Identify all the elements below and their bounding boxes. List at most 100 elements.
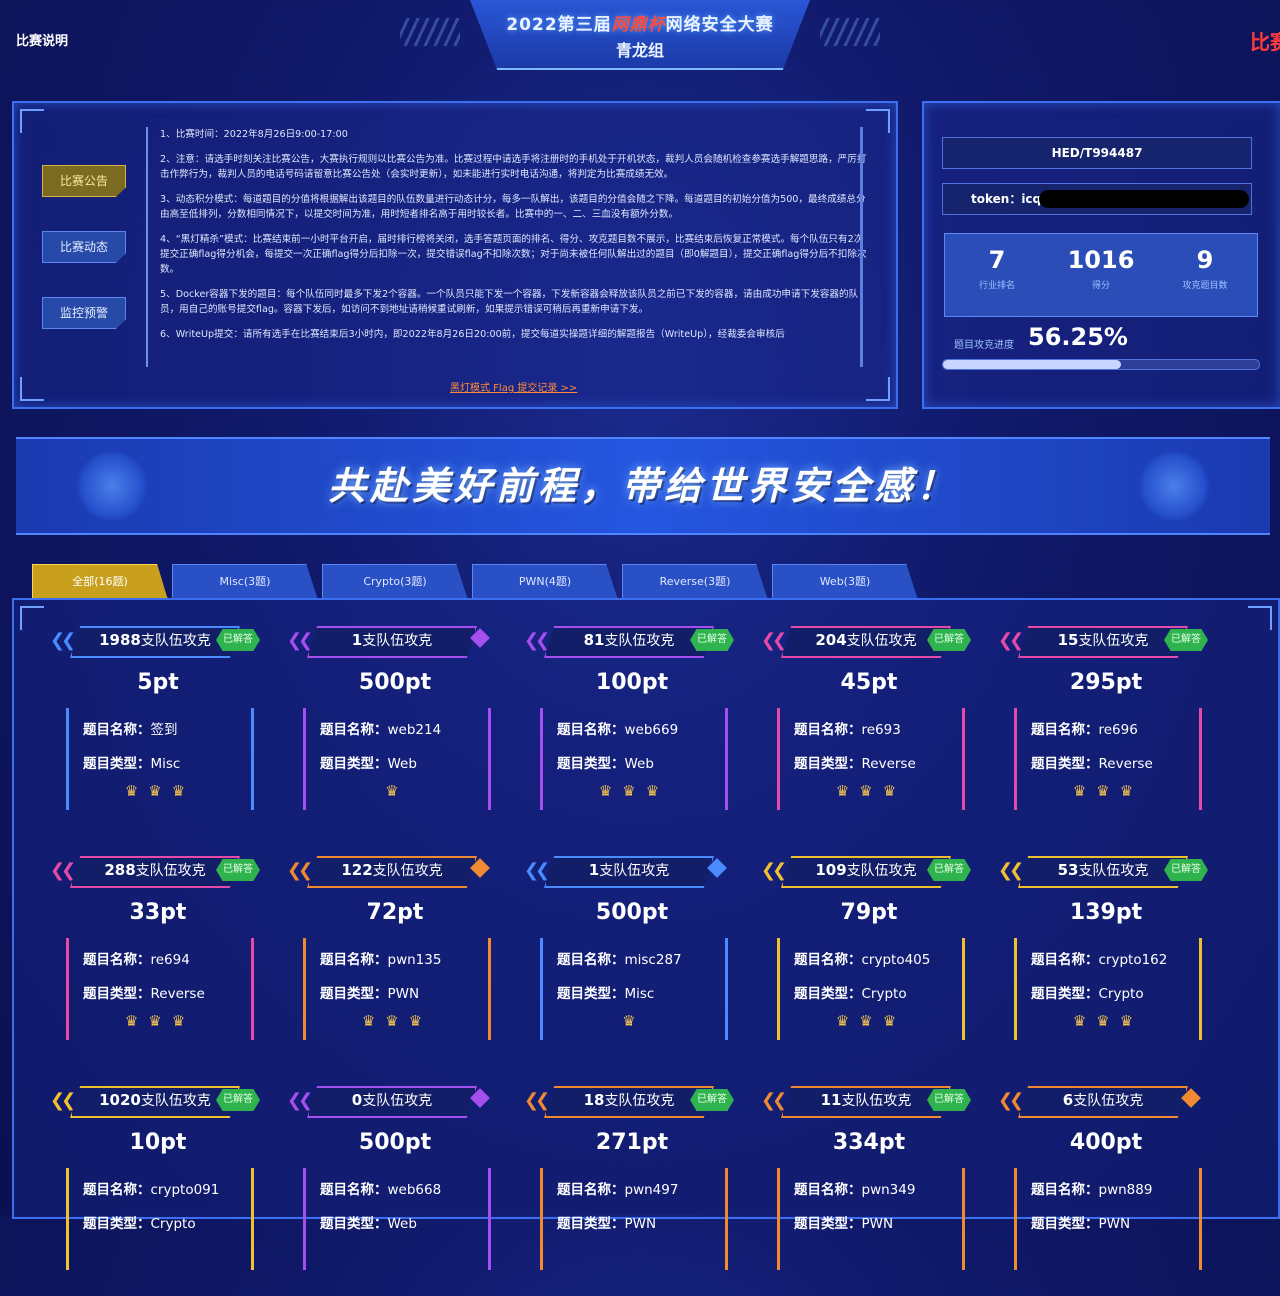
challenge-card[interactable]: ❮❮ 81支队伍攻克 已解答 100pt 题目名称：web669 题目类型：Web ♛♛♛ [524, 626, 738, 836]
challenge-card[interactable]: ❮❮ 109支队伍攻克 已解答 79pt 题目名称：crypto405 题目类型：Cryp… [761, 856, 975, 1066]
competition-group: 青龙组 [615, 41, 664, 60]
notice-paragraph: 5、Docker容器下发的题目：每个队伍同时最多下发2个容器。一个队员只能下发一… [160, 289, 859, 315]
corner-decor [20, 377, 44, 401]
blood-crowns-icon: ♛♛♛ [1072, 1012, 1144, 1030]
title-brand-logo: 网鼎杯 [611, 15, 666, 35]
tab-misc[interactable]: Misc(3题) [172, 564, 318, 600]
challenge-type: PWN [1098, 1216, 1131, 1232]
rules-link[interactable]: 比赛说明 [16, 30, 68, 49]
challenge-name: crypto405 [861, 952, 931, 968]
challenge-type-row: 题目类型：Reverse [794, 752, 916, 772]
solves-suffix: 支队伍攻克 [841, 1093, 912, 1109]
challenge-type: Web [624, 756, 654, 772]
solved-badge: 已解答 [927, 1089, 971, 1111]
type-label: 题目类型： [83, 756, 151, 772]
name-label: 题目名称： [320, 1182, 388, 1198]
solves-count: 6 [1062, 1091, 1074, 1109]
tab-reverse[interactable]: Reverse(3题) [622, 564, 768, 600]
progress-bar [942, 359, 1260, 370]
solved-badge: 已解答 [1164, 629, 1208, 651]
name-label: 题目名称： [794, 952, 862, 968]
challenge-name: crypto091 [150, 1182, 220, 1198]
challenge-name: re693 [861, 722, 901, 738]
challenge-name-row: 题目名称：web214 [320, 718, 441, 738]
solves-suffix: 支队伍攻克 [1073, 1093, 1144, 1109]
name-label: 题目名称： [1031, 952, 1099, 968]
solves-counter: 1020支队伍攻克 [70, 1086, 240, 1118]
challenge-type: Crypto [1098, 986, 1144, 1002]
challenge-card[interactable]: ❮❮ 6支队伍攻克 400pt 题目名称：pwn889 题目类型：PWN [998, 1086, 1212, 1296]
challenge-card[interactable]: ❮❮ 122支队伍攻克 72pt 题目名称：pwn135 题目类型：PWN ♛♛♛ [287, 856, 501, 1066]
chevrons-icon: ❮❮ [761, 1090, 787, 1111]
challenge-card[interactable]: ❮❮ 1020支队伍攻克 已解答 10pt 题目名称：crypto091 题目类型：Cry… [50, 1086, 264, 1296]
challenge-name-row: 题目名称：pwn497 [557, 1178, 678, 1198]
solves-count: 1 [588, 861, 600, 879]
solves-counter: 53支队伍攻克 [1018, 856, 1188, 888]
solves-counter: 18支队伍攻克 [544, 1086, 714, 1118]
challenge-card[interactable]: ❮❮ 53支队伍攻克 已解答 139pt 题目名称：crypto162 题目类型：Cryp… [998, 856, 1212, 1066]
solves-counter: 122支队伍攻克 [307, 856, 477, 888]
challenge-name-row: 题目名称：crypto091 [83, 1178, 219, 1198]
team-stats: 7 行业排名 1016 得分 9 攻克题目数 [944, 233, 1258, 317]
challenge-card[interactable]: ❮❮ 1支队伍攻克 500pt 题目名称：misc287 题目类型：Misc ♛ [524, 856, 738, 1066]
tab-monitoring[interactable]: 监控预警 [42, 297, 126, 329]
chevrons-icon: ❮❮ [524, 860, 550, 881]
title-year: 2022第三届 [506, 15, 612, 35]
challenge-card[interactable]: ❮❮ 18支队伍攻克 已解答 271pt 题目名称：pwn497 题目类型：PWN [524, 1086, 738, 1296]
name-label: 题目名称： [320, 952, 388, 968]
challenge-type: PWN [624, 1216, 657, 1232]
chevrons-icon: ❮❮ [998, 630, 1024, 651]
name-label: 题目名称： [320, 722, 388, 738]
challenge-name-row: 题目名称：pwn889 [1031, 1178, 1152, 1198]
challenge-type: Reverse [150, 986, 205, 1002]
stat-score: 1016 得分 [1049, 246, 1153, 291]
challenge-card[interactable]: ❮❮ 204支队伍攻克 已解答 45pt 题目名称：re693 题目类型：Reverse ♛… [761, 626, 975, 836]
type-label: 题目类型： [794, 1216, 862, 1232]
name-label: 题目名称： [794, 722, 862, 738]
solves-counter: 1988支队伍攻克 [70, 626, 240, 658]
stat-caption: 行业排名 [978, 281, 1015, 291]
challenge-points: 100pt [595, 670, 669, 695]
tab-dynamics[interactable]: 比赛动态 [42, 231, 126, 263]
chevrons-icon: ❮❮ [998, 860, 1024, 881]
solves-count: 81 [583, 631, 605, 649]
token-field: token：icq [942, 183, 1252, 215]
challenge-type: Crypto [150, 1216, 196, 1232]
challenge-card[interactable]: ❮❮ 11支队伍攻克 已解答 334pt 题目名称：pwn349 题目类型：PWN [761, 1086, 975, 1296]
tab-all[interactable]: 全部(16题) [32, 564, 168, 600]
tab-announcement[interactable]: 比赛公告 [42, 165, 126, 197]
challenge-card[interactable]: ❮❮ 1988支队伍攻克 已解答 5pt 题目名称：签到 题目类型：Misc ♛♛♛ [50, 626, 264, 836]
dragon-emblem-icon [1138, 451, 1210, 521]
tab-pwn[interactable]: PWN(4题) [472, 564, 618, 600]
chevrons-icon: ❮❮ [524, 630, 550, 651]
blackout-flag-records-link[interactable]: 黑灯模式 Flag 提交记录 >> [450, 379, 577, 394]
progress-fill [943, 360, 1121, 369]
challenge-card[interactable]: ❮❮ 1支队伍攻克 500pt 题目名称：web214 题目类型：Web ♛ [287, 626, 501, 836]
token-redaction [1039, 190, 1249, 208]
challenge-points: 139pt [1069, 900, 1143, 925]
notice-scrollbar[interactable] [860, 127, 863, 367]
challenge-card[interactable]: ❮❮ 288支队伍攻克 已解答 33pt 题目名称：re694 题目类型：Reverse ♛… [50, 856, 264, 1066]
solves-suffix: 支队伍攻克 [135, 863, 206, 879]
solves-suffix: 支队伍攻克 [140, 1093, 211, 1109]
name-label: 题目名称： [83, 722, 151, 738]
solves-suffix: 支队伍攻克 [372, 863, 443, 879]
name-label: 题目名称： [1031, 722, 1099, 738]
tab-crypto[interactable]: Crypto(3题) [322, 564, 468, 600]
challenge-grid: ❮❮ 1988支队伍攻克 已解答 5pt 题目名称：签到 题目类型：Misc ♛♛♛ ❮❮ 1支… [12, 598, 1280, 1270]
slogan-banner: 共赴美好前程，带给世界安全感！ [16, 437, 1270, 535]
solves-suffix: 支队伍攻克 [846, 633, 917, 649]
challenge-card[interactable]: ❮❮ 15支队伍攻克 已解答 295pt 题目名称：re696 题目类型：Reverse ♛… [998, 626, 1212, 836]
challenge-info: 题目名称：web214 题目类型：Web ♛ [303, 708, 491, 810]
challenge-name-row: 题目名称：签到 [83, 718, 178, 738]
type-label: 题目类型： [557, 986, 625, 1002]
token-label: token：icq [971, 192, 1042, 206]
blood-crowns-icon: ♛♛♛ [835, 1012, 907, 1030]
challenge-info: 题目名称：web668 题目类型：Web [303, 1168, 491, 1270]
challenge-points: 400pt [1069, 1130, 1143, 1155]
top-right-link[interactable]: 比赛 [1250, 26, 1280, 55]
solved-badge: 已解答 [216, 859, 260, 881]
tab-web[interactable]: Web(3题) [772, 564, 918, 600]
challenge-name: re696 [1098, 722, 1138, 738]
challenge-card[interactable]: ❮❮ 0支队伍攻克 500pt 题目名称：web668 题目类型：Web [287, 1086, 501, 1296]
